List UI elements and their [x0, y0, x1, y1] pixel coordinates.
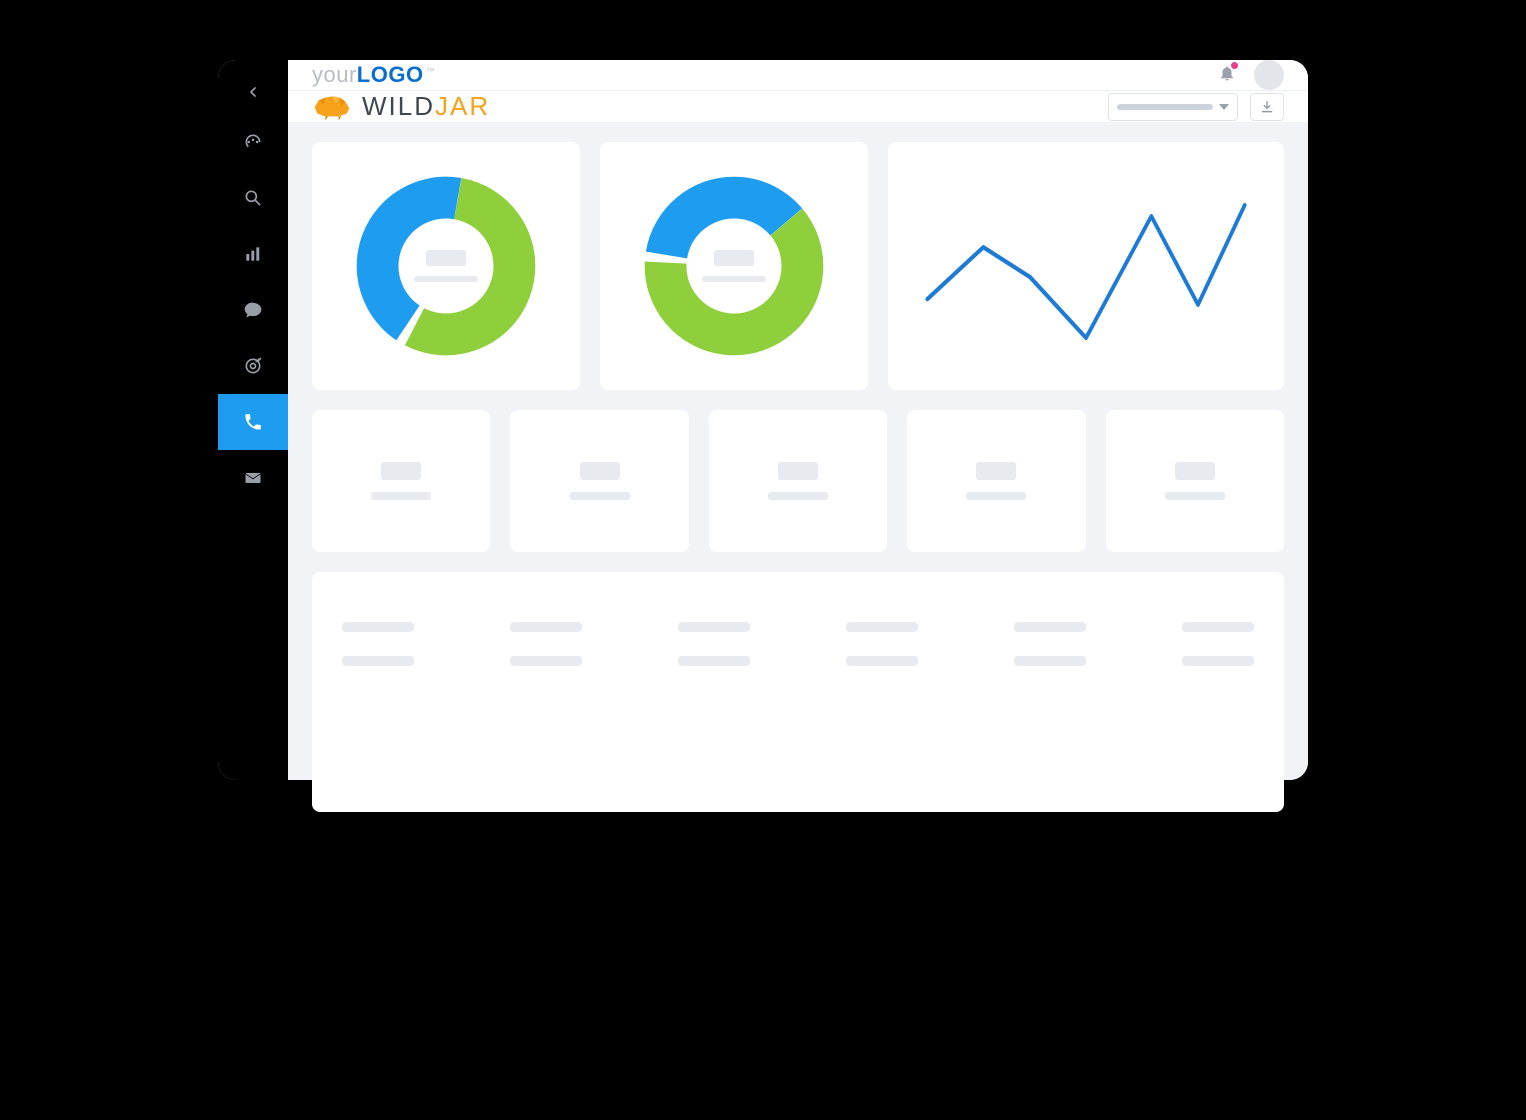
table-cell	[510, 622, 582, 632]
wildjar-bear-icon	[312, 93, 352, 121]
table-cell	[510, 656, 582, 666]
stat-card-4	[907, 410, 1085, 552]
donut-chart-1	[312, 142, 580, 390]
donut-1-center	[414, 250, 478, 282]
main-area: yourLOGO™ WILDJAR	[288, 60, 1308, 780]
line-chart	[888, 142, 1284, 390]
chart-row	[312, 142, 1284, 390]
content	[288, 122, 1308, 812]
table-cell	[846, 656, 918, 666]
line-chart-svg	[918, 172, 1254, 360]
gauge-icon	[243, 132, 263, 152]
search-icon	[243, 188, 263, 208]
table-cell	[1014, 656, 1086, 666]
title-wild: WILD	[362, 91, 435, 121]
logo-tm: ™	[426, 66, 436, 76]
donut-2-label-placeholder	[702, 276, 766, 282]
logo-bold: LOGO	[357, 62, 424, 87]
download-button[interactable]	[1250, 93, 1284, 121]
bars-icon	[243, 244, 263, 264]
table-cell	[1014, 622, 1086, 632]
topbar: yourLOGO™	[288, 60, 1308, 90]
sidebar-item-target[interactable]	[218, 338, 288, 394]
sidebar	[218, 60, 288, 780]
chevron-left-icon	[245, 84, 261, 100]
sidebar-item-search[interactable]	[218, 170, 288, 226]
titlebar: WILDJAR	[288, 90, 1308, 122]
stat-card-1	[312, 410, 490, 552]
sidebar-item-mail[interactable]	[218, 450, 288, 506]
table-cell	[1182, 622, 1254, 632]
mail-icon	[243, 468, 263, 488]
stat-5-value-placeholder	[1175, 462, 1215, 480]
table-row	[342, 622, 1254, 632]
app-frame: yourLOGO™ WILDJAR	[218, 60, 1308, 780]
stat-1-label-placeholder	[371, 492, 431, 500]
dropdown-placeholder	[1117, 104, 1213, 110]
sidebar-item-calls[interactable]	[218, 394, 288, 450]
stat-card-3	[709, 410, 887, 552]
avatar[interactable]	[1254, 60, 1284, 90]
table-cell	[846, 622, 918, 632]
stat-3-value-placeholder	[778, 462, 818, 480]
page-title: WILDJAR	[362, 91, 490, 122]
tenant-logo: yourLOGO™	[312, 62, 435, 88]
notifications-button[interactable]	[1218, 64, 1236, 87]
table-cell	[678, 622, 750, 632]
phone-icon	[243, 412, 263, 432]
stat-4-label-placeholder	[966, 492, 1026, 500]
download-icon	[1259, 99, 1275, 115]
stat-row	[312, 410, 1284, 552]
stat-2-label-placeholder	[570, 492, 630, 500]
stat-5-label-placeholder	[1165, 492, 1225, 500]
sidebar-item-chat[interactable]	[218, 282, 288, 338]
table-cell	[678, 656, 750, 666]
stat-2-value-placeholder	[580, 462, 620, 480]
table-row	[342, 656, 1254, 666]
stat-1-value-placeholder	[381, 462, 421, 480]
notification-dot	[1231, 62, 1238, 69]
donut-1-label-placeholder	[414, 276, 478, 282]
table-cell	[1182, 656, 1254, 666]
stat-4-value-placeholder	[976, 462, 1016, 480]
donut-chart-2	[600, 142, 868, 390]
target-icon	[243, 356, 263, 376]
title-jar: JAR	[435, 91, 490, 121]
table-body	[342, 622, 1254, 666]
table-cell	[342, 656, 414, 666]
donut-1-value-placeholder	[426, 250, 466, 266]
donut-2-value-placeholder	[714, 250, 754, 266]
chat-icon	[243, 300, 263, 320]
stat-card-5	[1106, 410, 1284, 552]
table-card	[312, 572, 1284, 812]
sidebar-item-dashboard[interactable]	[218, 114, 288, 170]
sidebar-collapse-button[interactable]	[218, 70, 288, 114]
sidebar-item-reports[interactable]	[218, 226, 288, 282]
filter-dropdown[interactable]	[1108, 93, 1238, 121]
table-cell	[342, 622, 414, 632]
stat-3-label-placeholder	[768, 492, 828, 500]
chevron-down-icon	[1219, 104, 1229, 110]
logo-prefix: your	[312, 62, 357, 87]
stat-card-2	[510, 410, 688, 552]
donut-2-center	[702, 250, 766, 282]
